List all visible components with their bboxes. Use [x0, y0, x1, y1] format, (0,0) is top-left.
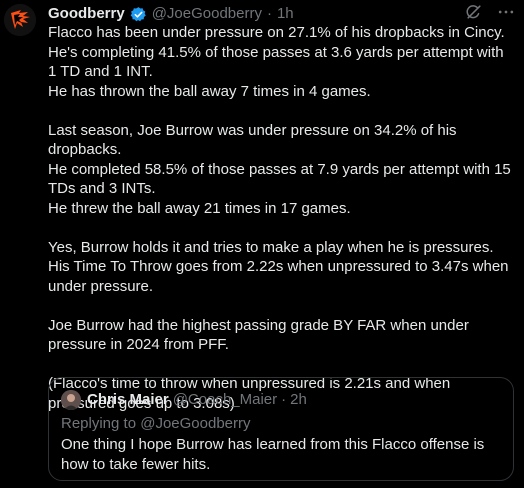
quoted-author-name[interactable]: Chris Maier [87, 391, 169, 408]
tweet-line: Last season, Joe Burrow was under pressu… [48, 121, 457, 159]
tweet-line: Joe Burrow had the highest passing grade… [48, 316, 469, 354]
author-avatar[interactable] [4, 4, 36, 36]
tweet-line: He completed 58.5% of those passes at 7.… [48, 160, 511, 198]
grok-icon[interactable] [464, 2, 484, 22]
replying-mention[interactable]: @JoeGoodberry [140, 415, 250, 432]
more-icon[interactable] [496, 2, 516, 22]
separator-dot: · [266, 5, 272, 22]
replying-prefix: Replying to [61, 415, 141, 432]
tweet-line: Yes, Burrow holds it and tries to make a… [48, 238, 509, 295]
quoted-author-handle[interactable]: @Coach_Maier [173, 391, 277, 408]
tweet: Goodberry @JoeGoodberry · 1h Flacco has … [0, 0, 524, 488]
tweet-paragraph: Flacco has been under pressure on 27.1% … [48, 23, 516, 101]
separator-dot: · [281, 390, 287, 408]
tweet-line: Flacco has been under pressure on 27.1% … [48, 24, 505, 41]
author-handle[interactable]: @JoeGoodberry [152, 4, 262, 24]
tweet-paragraph: Yes, Burrow holds it and tries to make a… [48, 238, 516, 297]
tweet-paragraph: Joe Burrow had the highest passing grade… [48, 316, 516, 355]
tweet-line: He threw the ball away 21 times in 17 ga… [48, 199, 351, 217]
quoted-author-avatar[interactable] [61, 390, 81, 410]
quoted-header: Chris Maier @Coach_Maier · 2h [87, 389, 307, 409]
quoted-text: One thing I hope Burrow has learned from… [61, 436, 485, 473]
tweet-paragraph: Last season, Joe Burrow was under pressu… [48, 121, 516, 219]
author-name[interactable]: Goodberry [48, 4, 125, 24]
tweet-header: Goodberry @JoeGoodberry · 1h [48, 4, 294, 24]
tweet-line: He has thrown the ball away 7 times in 4… [48, 82, 371, 100]
quoted-timestamp[interactable]: 2h [290, 391, 307, 408]
bengals-logo-icon [4, 4, 36, 36]
tweet-top-actions [464, 2, 516, 22]
tweet-body: Flacco has been under pressure on 27.1% … [48, 23, 516, 413]
quoted-user-avatar-icon [61, 390, 81, 410]
timestamp[interactable]: 1h [277, 4, 294, 24]
tweet-line: He's completing 41.5% of those passes at… [48, 43, 504, 81]
replying-to: Replying to @JoeGoodberry [61, 414, 251, 434]
verified-badge-icon [130, 6, 146, 21]
quoted-tweet[interactable]: Chris Maier @Coach_Maier · 2h Replying t… [48, 377, 514, 481]
